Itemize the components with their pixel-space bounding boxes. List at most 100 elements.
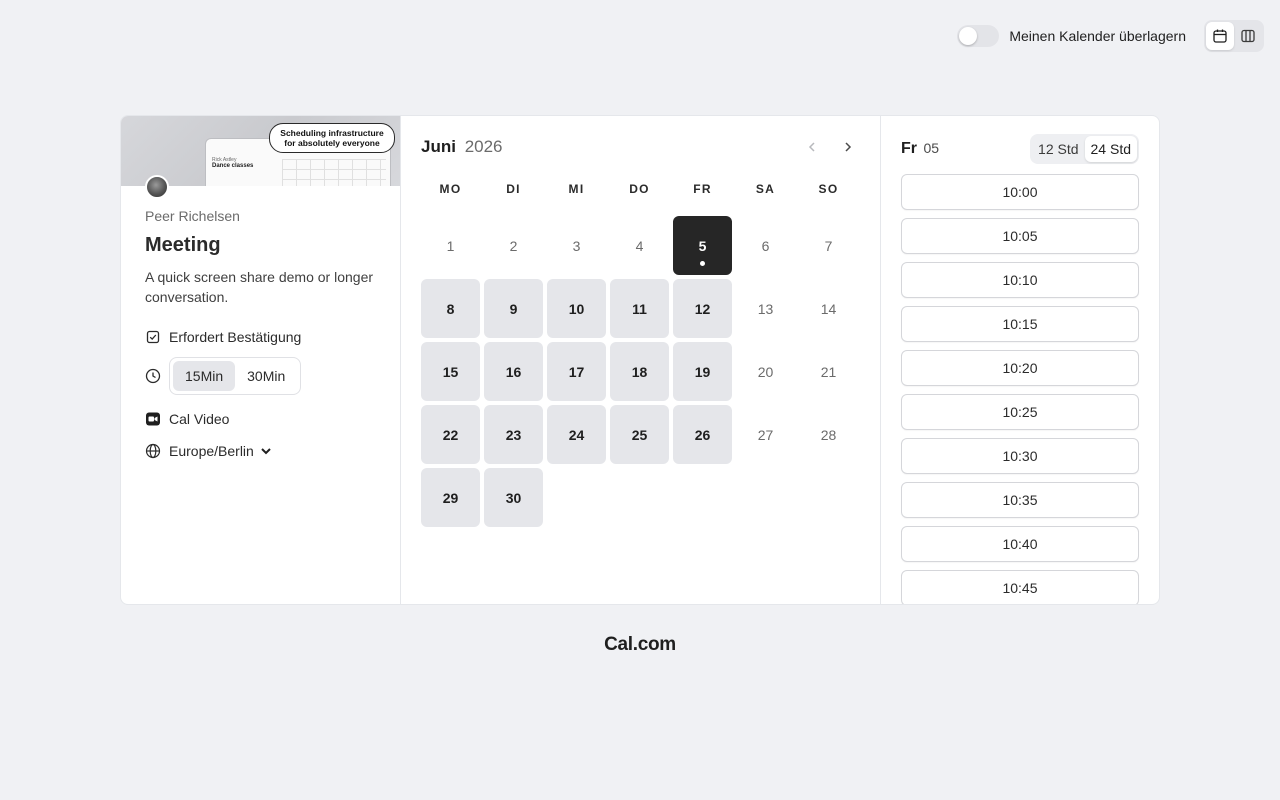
- calendar-day: 28: [799, 405, 858, 464]
- calendar-day[interactable]: 10: [547, 279, 606, 338]
- duration-option-15[interactable]: 15Min: [173, 361, 236, 391]
- calendar-day[interactable]: 30: [484, 468, 543, 527]
- month-year: 2026: [464, 137, 503, 156]
- calendar-day-number: 7: [824, 237, 833, 254]
- calendar-day[interactable]: 29: [421, 468, 480, 527]
- calendar-day-number: 25: [631, 426, 648, 443]
- weekday-label: MO: [439, 182, 462, 196]
- format-12h-button[interactable]: 12 Std: [1032, 136, 1084, 162]
- calendar-day: 6: [736, 216, 795, 275]
- calendar-day: 27: [736, 405, 795, 464]
- time-slot-button[interactable]: 10:05: [901, 218, 1139, 254]
- calendar-day-number: 12: [694, 300, 711, 317]
- calendar-day[interactable]: 22: [421, 405, 480, 464]
- chevron-right-icon: [845, 142, 852, 152]
- today-indicator-dot: [700, 261, 705, 266]
- cal-com-logo: Cal.com: [604, 634, 676, 655]
- next-month-button[interactable]: [836, 135, 860, 159]
- time-slot-button[interactable]: 10:45: [901, 570, 1139, 604]
- time-slots-panel: Fr 05 12 Std 24 Std 10:00 10:05 10:10 10:15…: [881, 116, 1159, 604]
- previous-month-button[interactable]: [800, 135, 824, 159]
- calendar-day: 14: [799, 279, 858, 338]
- calendar-day[interactable]: 11: [610, 279, 669, 338]
- calendar-icon: [1213, 29, 1227, 43]
- time-slot-button[interactable]: 10:40: [901, 526, 1139, 562]
- weekday-header: MO DI MI DO FR SA SO: [421, 182, 860, 198]
- banner-mock-title: Dance classes: [212, 163, 254, 169]
- overlay-calendar-toggle[interactable]: [957, 25, 1000, 47]
- calendar-day-number: 28: [820, 426, 837, 443]
- slots-header: Fr 05 12 Std 24 Std: [901, 134, 1139, 164]
- columns-icon: [1241, 29, 1255, 43]
- calendar-panel: Juni 2026 MO DI MI DO FR SA SO 1 2 3 4 5…: [401, 116, 881, 604]
- calendar-day: 2: [484, 216, 543, 275]
- duration-option-30[interactable]: 30Min: [235, 361, 297, 391]
- calendar-day-number: 8: [446, 300, 455, 317]
- calendar-day[interactable]: 24: [547, 405, 606, 464]
- event-details: Peer Richelsen Meeting A quick screen sh…: [121, 186, 400, 459]
- requires-confirmation-row: Erfordert Bestätigung: [145, 329, 376, 345]
- weekday-label: DO: [629, 182, 650, 196]
- calendar-day-number: 18: [631, 363, 648, 380]
- globe-icon: [145, 443, 161, 459]
- selected-day-number: 05: [923, 140, 940, 156]
- calendar-day[interactable]: 15: [421, 342, 480, 401]
- calendar-day[interactable]: 8: [421, 279, 480, 338]
- banner-headline-line2: for absolutely everyone: [284, 138, 380, 148]
- calendar-day: 4: [610, 216, 669, 275]
- time-slot-button[interactable]: 10:10: [901, 262, 1139, 298]
- format-24h-button[interactable]: 24 Std: [1084, 136, 1137, 162]
- column-view-button[interactable]: [1234, 22, 1262, 50]
- time-format-toggle: 12 Std 24 Std: [1030, 134, 1139, 164]
- calendar-day[interactable]: 18: [610, 342, 669, 401]
- calendar-day[interactable]: 17: [547, 342, 606, 401]
- calendar-day-number: 24: [568, 426, 585, 443]
- calendar-day-number: 30: [505, 489, 522, 506]
- calendar-day-number: 6: [761, 237, 770, 254]
- calendar-day-number: 13: [757, 300, 774, 317]
- calendar-day[interactable]: 9: [484, 279, 543, 338]
- calendar-day: 13: [736, 279, 795, 338]
- calendar-day[interactable]: 19: [673, 342, 732, 401]
- weekday-label: SA: [755, 182, 776, 196]
- calendar-day[interactable]: 25: [610, 405, 669, 464]
- calendar-day-number: 11: [632, 300, 647, 317]
- calendar-day-number: 1: [446, 237, 455, 254]
- time-slot-button[interactable]: 10:35: [901, 482, 1139, 518]
- calendar-day[interactable]: 12: [673, 279, 732, 338]
- month-title: Juni 2026: [421, 137, 503, 157]
- selected-weekday: Fr: [901, 140, 917, 157]
- chevron-down-icon: [260, 445, 272, 457]
- calendar-day-number: 5: [698, 237, 707, 254]
- calendar-day-number: 9: [509, 300, 518, 317]
- duration-selector: 15Min 30Min: [169, 357, 302, 395]
- view-switch: [1204, 20, 1264, 52]
- calendar-day[interactable]: 5: [673, 216, 732, 275]
- calendar-day-number: 10: [568, 300, 585, 317]
- time-slot-button[interactable]: 10:30: [901, 438, 1139, 474]
- selected-date: Fr 05: [901, 140, 939, 158]
- calendar-day-number: 19: [694, 363, 711, 380]
- time-slot-button[interactable]: 10:15: [901, 306, 1139, 342]
- calendar-day: 3: [547, 216, 606, 275]
- weekday-label: DI: [506, 182, 521, 196]
- calendar-day: 21: [799, 342, 858, 401]
- time-slot-button[interactable]: 10:00: [901, 174, 1139, 210]
- time-slot-button[interactable]: 10:25: [901, 394, 1139, 430]
- calendar-day-number: 2: [509, 237, 518, 254]
- event-info-panel: Rick Astley Dance classes Scheduling inf…: [121, 116, 401, 604]
- time-slot-button[interactable]: 10:20: [901, 350, 1139, 386]
- requires-confirmation-label: Erfordert Bestätigung: [169, 329, 302, 345]
- month-view-button[interactable]: [1206, 22, 1234, 50]
- timezone-selector[interactable]: Europe/Berlin: [145, 443, 376, 459]
- calendar-day[interactable]: 23: [484, 405, 543, 464]
- event-description: A quick screen share demo or longer conv…: [145, 269, 374, 305]
- calendar-day[interactable]: 16: [484, 342, 543, 401]
- top-bar: Meinen Kalender überlagern: [957, 20, 1264, 52]
- month-name: Juni: [421, 137, 456, 156]
- calendar-day[interactable]: 26: [673, 405, 732, 464]
- toggle-knob: [959, 27, 978, 45]
- weekday-label: MI: [568, 182, 585, 196]
- month-header: Juni 2026: [421, 136, 860, 158]
- calendar-day-number: 29: [442, 489, 459, 506]
